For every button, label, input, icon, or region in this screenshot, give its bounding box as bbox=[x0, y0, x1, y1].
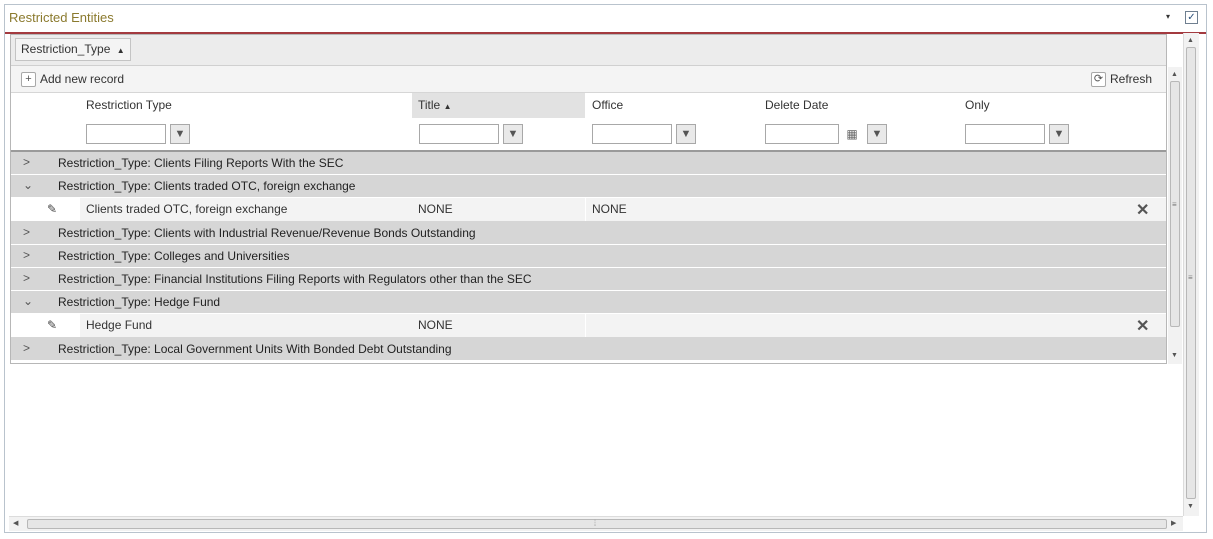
grid-vertical-scrollbar[interactable]: ▲ ≡ ▼ bbox=[1168, 67, 1182, 364]
cell-title: NONE bbox=[412, 314, 585, 337]
cell-office: NONE bbox=[586, 198, 1166, 221]
group-chip-restriction-type[interactable]: Restriction_Type ▲ bbox=[15, 38, 131, 61]
group-row-label: Restriction_Type: Local Government Units… bbox=[58, 342, 452, 356]
panel-checkbox[interactable]: ✓ bbox=[1185, 11, 1198, 24]
column-header-title[interactable]: Title ▲ bbox=[412, 93, 585, 118]
refresh-label: Refresh bbox=[1110, 72, 1153, 86]
filter-row: ▼ ▼ ▼ ▦ ▼ ▼ bbox=[11, 118, 1166, 152]
expand-icon[interactable]: > bbox=[23, 248, 30, 262]
panel-title: Restricted Entities bbox=[9, 10, 114, 25]
group-row-label: Restriction_Type: Clients with Industria… bbox=[58, 226, 476, 240]
filter-icon[interactable]: ▼ bbox=[503, 124, 523, 144]
cell-office bbox=[586, 314, 1166, 337]
edit-icon[interactable]: ✎ bbox=[47, 318, 57, 332]
collapse-icon[interactable]: ⌄ bbox=[23, 178, 33, 192]
refresh-icon: ⟳ bbox=[1091, 72, 1106, 88]
collapse-icon[interactable]: ⌄ bbox=[23, 294, 33, 308]
group-row[interactable]: > Restriction_Type: Colleges and Univers… bbox=[11, 245, 1166, 268]
group-row-label: Restriction_Type: Colleges and Universit… bbox=[58, 249, 290, 263]
delete-icon[interactable]: ✕ bbox=[1136, 316, 1149, 336]
cell-title: NONE bbox=[412, 198, 585, 221]
panel-horizontal-scrollbar[interactable]: ◀ ⦙ ▶ bbox=[9, 516, 1183, 531]
add-new-record-button[interactable]: + Add new record bbox=[21, 70, 124, 88]
table-row: ✎ Hedge Fund NONE ✕ bbox=[11, 314, 1166, 338]
scrollbar-thumb[interactable]: ≡ bbox=[1170, 81, 1180, 327]
restricted-entities-panel: Restricted Entities ▾ ✓ Restriction_Type… bbox=[4, 4, 1207, 533]
group-row-label: Restriction_Type: Clients Filing Reports… bbox=[58, 156, 344, 170]
group-row-label: Restriction_Type: Financial Institutions… bbox=[58, 272, 532, 286]
expand-icon[interactable]: > bbox=[23, 271, 30, 285]
scroll-up-icon[interactable]: ▲ bbox=[1187, 37, 1194, 44]
filter-icon[interactable]: ▼ bbox=[676, 124, 696, 144]
group-chip-label: Restriction_Type bbox=[21, 42, 111, 56]
group-row[interactable]: > Restriction_Type: Local Government Uni… bbox=[11, 338, 1166, 361]
group-row[interactable]: > Restriction_Type: Financial Institutio… bbox=[11, 268, 1166, 291]
column-header-row: Restriction Type Title ▲ Office Delete D… bbox=[11, 93, 1166, 118]
calendar-icon[interactable]: ▦ bbox=[844, 126, 860, 142]
panel-vertical-scrollbar[interactable]: ▲ ≡ ▼ bbox=[1183, 33, 1199, 516]
sort-asc-icon: ▲ bbox=[116, 46, 125, 55]
grid-rows: > Restriction_Type: Clients Filing Repor… bbox=[11, 152, 1166, 361]
expand-icon[interactable]: > bbox=[23, 155, 30, 169]
filter-icon[interactable]: ▼ bbox=[1049, 124, 1069, 144]
expand-icon[interactable]: > bbox=[23, 341, 30, 355]
filter-input-restriction-type[interactable] bbox=[86, 124, 166, 144]
scrollbar-thumb[interactable]: ≡ bbox=[1186, 47, 1196, 499]
filter-input-title[interactable] bbox=[419, 124, 499, 144]
chevron-down-icon[interactable]: ▾ bbox=[1166, 12, 1170, 21]
expand-icon[interactable]: > bbox=[23, 225, 30, 239]
scroll-down-icon[interactable]: ▼ bbox=[1187, 503, 1194, 510]
group-row[interactable]: ⌄ Restriction_Type: Clients traded OTC, … bbox=[11, 175, 1166, 198]
group-row-label: Restriction_Type: Clients traded OTC, fo… bbox=[58, 179, 356, 193]
panel-header: Restricted Entities ▾ ✓ bbox=[5, 5, 1206, 34]
restrictions-grid: Restriction_Type ▲ + Add new record ⟳ Refr… bbox=[10, 34, 1167, 364]
delete-icon[interactable]: ✕ bbox=[1136, 200, 1149, 220]
column-header-restriction-type[interactable]: Restriction Type bbox=[80, 93, 412, 118]
table-row: ✎ Clients traded OTC, foreign exchange N… bbox=[11, 198, 1166, 222]
scroll-down-icon[interactable]: ▼ bbox=[1171, 352, 1178, 359]
refresh-button[interactable]: ⟳ Refresh bbox=[1091, 70, 1152, 88]
group-row[interactable]: > Restriction_Type: Clients with Industr… bbox=[11, 222, 1166, 245]
group-by-panel: Restriction_Type ▲ bbox=[11, 35, 1166, 66]
filter-input-only[interactable] bbox=[965, 124, 1045, 144]
group-row-label: Restriction_Type: Hedge Fund bbox=[58, 295, 221, 309]
scroll-right-icon[interactable]: ▶ bbox=[1171, 519, 1176, 527]
filter-input-delete-date[interactable] bbox=[765, 124, 839, 144]
filter-icon[interactable]: ▼ bbox=[170, 124, 190, 144]
filter-input-office[interactable] bbox=[592, 124, 672, 144]
grid-toolbar: + Add new record ⟳ Refresh bbox=[11, 66, 1166, 93]
group-row[interactable]: > Restriction_Type: Clients Filing Repor… bbox=[11, 152, 1166, 175]
scrollbar-thumb[interactable]: ⦙ bbox=[27, 518, 1167, 529]
sort-asc-icon: ▲ bbox=[443, 102, 452, 111]
filter-icon[interactable]: ▼ bbox=[867, 124, 887, 144]
plus-icon: + bbox=[21, 72, 36, 88]
column-header-only[interactable]: Only bbox=[959, 93, 1159, 118]
add-new-record-label: Add new record bbox=[40, 72, 125, 86]
column-header-delete-date[interactable]: Delete Date bbox=[759, 93, 959, 118]
scroll-up-icon[interactable]: ▲ bbox=[1171, 71, 1178, 78]
group-row[interactable]: ⌄ Restriction_Type: Hedge Fund bbox=[11, 291, 1166, 314]
column-header-office[interactable]: Office bbox=[586, 93, 759, 118]
scroll-left-icon[interactable]: ◀ bbox=[13, 519, 18, 527]
cell-restriction-type: Clients traded OTC, foreign exchange bbox=[80, 198, 412, 221]
cell-restriction-type: Hedge Fund bbox=[80, 314, 412, 337]
edit-icon[interactable]: ✎ bbox=[47, 202, 57, 216]
